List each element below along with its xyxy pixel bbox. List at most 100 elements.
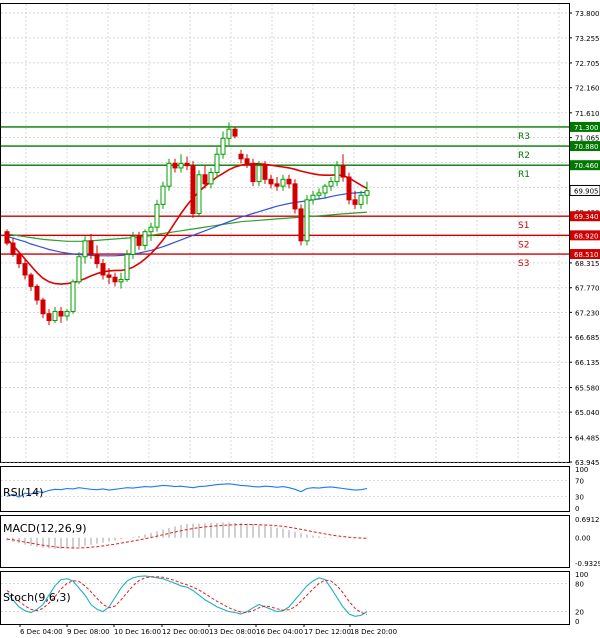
level-price-text-s2: 68.920 <box>574 232 599 240</box>
level-label-s3: S3 <box>518 259 529 269</box>
candle-body <box>100 263 106 276</box>
candle-body <box>52 310 58 322</box>
candle-body <box>184 162 190 167</box>
candle-body <box>262 165 268 180</box>
candle-body <box>196 174 202 214</box>
candle-body <box>214 153 220 173</box>
time-tick-label: 12 Dec 00:00 <box>162 628 209 636</box>
candle-body <box>16 253 22 265</box>
price-tick-label: 65.580 <box>575 385 600 393</box>
candle-body <box>70 281 76 312</box>
level-price-text-r3: 71.300 <box>574 124 599 132</box>
level-label-r1: R1 <box>518 170 530 180</box>
candle-body <box>358 194 364 205</box>
price-tick-label: 65.040 <box>575 409 600 417</box>
candle-body <box>256 165 262 183</box>
candle-body <box>4 231 10 244</box>
candle-body <box>106 274 112 278</box>
candle-body <box>328 181 334 187</box>
candle-body <box>58 310 64 317</box>
time-tick-label: 10 Dec 16:00 <box>114 628 161 636</box>
macd-tick-label: 0.00 <box>575 535 591 543</box>
rsi-panel[interactable]: 100 70 30 0 RSI(14) <box>0 466 589 513</box>
candle-body <box>136 235 142 246</box>
stoch-tick-label: 100 <box>575 571 588 579</box>
stoch-panel[interactable]: 10080 200 Stoch(9,6,3) <box>0 571 589 626</box>
price-tick-label: 73.800 <box>575 10 600 18</box>
candle-body <box>280 178 286 187</box>
macd-panel[interactable]: 0.6912 0.00 -0.9329 MACD(12,26,9) <box>0 515 600 569</box>
time-axis: 6 Dec 04:00 9 Dec 08:00 10 Dec 16:00 12 Dec… <box>19 624 397 636</box>
candle-body <box>286 178 292 185</box>
candle-body <box>268 178 274 185</box>
candle-body <box>292 183 298 210</box>
price-tick-label: 71.610 <box>575 110 600 118</box>
candle-body <box>118 279 124 283</box>
price-tick-label: 72.160 <box>575 85 600 93</box>
candle-body <box>274 183 280 187</box>
candle-body <box>304 199 310 242</box>
candle-body <box>172 162 178 169</box>
stoch-panel-frame <box>0 571 570 625</box>
macd-tick-label: -0.9329 <box>575 560 600 568</box>
level-price-text-r1: 70.460 <box>574 162 599 170</box>
rsi-label: RSI(14) <box>3 486 43 499</box>
trading-chart[interactable]: 73.80073.25572.70572.16071.61071.06570.5… <box>0 0 600 638</box>
candle-body <box>298 208 304 242</box>
candle-body <box>334 165 340 183</box>
candle-body <box>142 231 148 246</box>
candle-body <box>46 313 52 322</box>
candle-body <box>352 199 358 205</box>
rsi-tick-label: 70 <box>575 478 584 486</box>
rsi-tick-label: 100 <box>575 466 588 474</box>
candle-body <box>250 162 256 183</box>
candle-body <box>82 240 88 258</box>
rsi-tick-label: 30 <box>575 493 584 501</box>
macd-tick-label: 0.6912 <box>575 516 600 524</box>
price-tick-label: 66.685 <box>575 334 600 342</box>
stoch-tick-label: 80 <box>575 580 584 588</box>
time-tick-label: 18 Dec 20:00 <box>350 628 397 636</box>
level-label-r2: R2 <box>518 151 530 161</box>
candle-body <box>226 128 232 139</box>
time-tick-label: 6 Dec 04:00 <box>20 628 63 636</box>
candle-body <box>22 263 28 276</box>
candle-body <box>220 137 226 155</box>
candle-body <box>364 190 370 196</box>
stoch-tick-label: 0 <box>575 618 579 626</box>
candle-body <box>148 226 154 233</box>
candle-body <box>238 153 244 160</box>
price-tick-label: 68.315 <box>575 260 600 268</box>
candle-body <box>154 203 160 228</box>
rsi-tick-label: 0 <box>575 505 579 513</box>
candle-body <box>310 194 316 201</box>
price-panel-frame <box>0 3 570 463</box>
candle-body <box>166 162 172 187</box>
candle-body <box>28 274 34 287</box>
stoch-label: Stoch(9,6,3) <box>3 591 71 604</box>
candle-body <box>346 176 352 201</box>
price-panel[interactable]: 73.80073.25572.70572.16071.61071.06570.5… <box>0 3 600 468</box>
candle-body <box>178 162 184 169</box>
candle-body <box>10 242 16 255</box>
level-label-s2: S2 <box>518 240 529 250</box>
macd-label: MACD(12,26,9) <box>3 522 87 535</box>
candle-body <box>160 185 166 205</box>
time-tick-label: 17 Dec 12:00 <box>304 628 351 636</box>
level-price-text-r2: 70.880 <box>574 143 599 151</box>
price-tick-label: 72.705 <box>575 60 600 68</box>
candle-body <box>76 256 82 283</box>
candle-body <box>190 165 196 214</box>
time-tick-label: 13 Dec 08:00 <box>209 628 256 636</box>
price-tick-label: 67.770 <box>575 285 600 293</box>
candle-body <box>232 128 238 137</box>
current-price-text: 69.905 <box>574 187 599 195</box>
candle-body <box>34 285 40 301</box>
candle-body <box>322 185 328 194</box>
candle-body <box>316 192 322 196</box>
candle-body <box>340 165 346 178</box>
candle-body <box>40 299 46 315</box>
price-tick-label: 73.255 <box>575 35 600 43</box>
candle-body <box>94 253 100 265</box>
time-tick-label: 16 Dec 04:00 <box>256 628 303 636</box>
